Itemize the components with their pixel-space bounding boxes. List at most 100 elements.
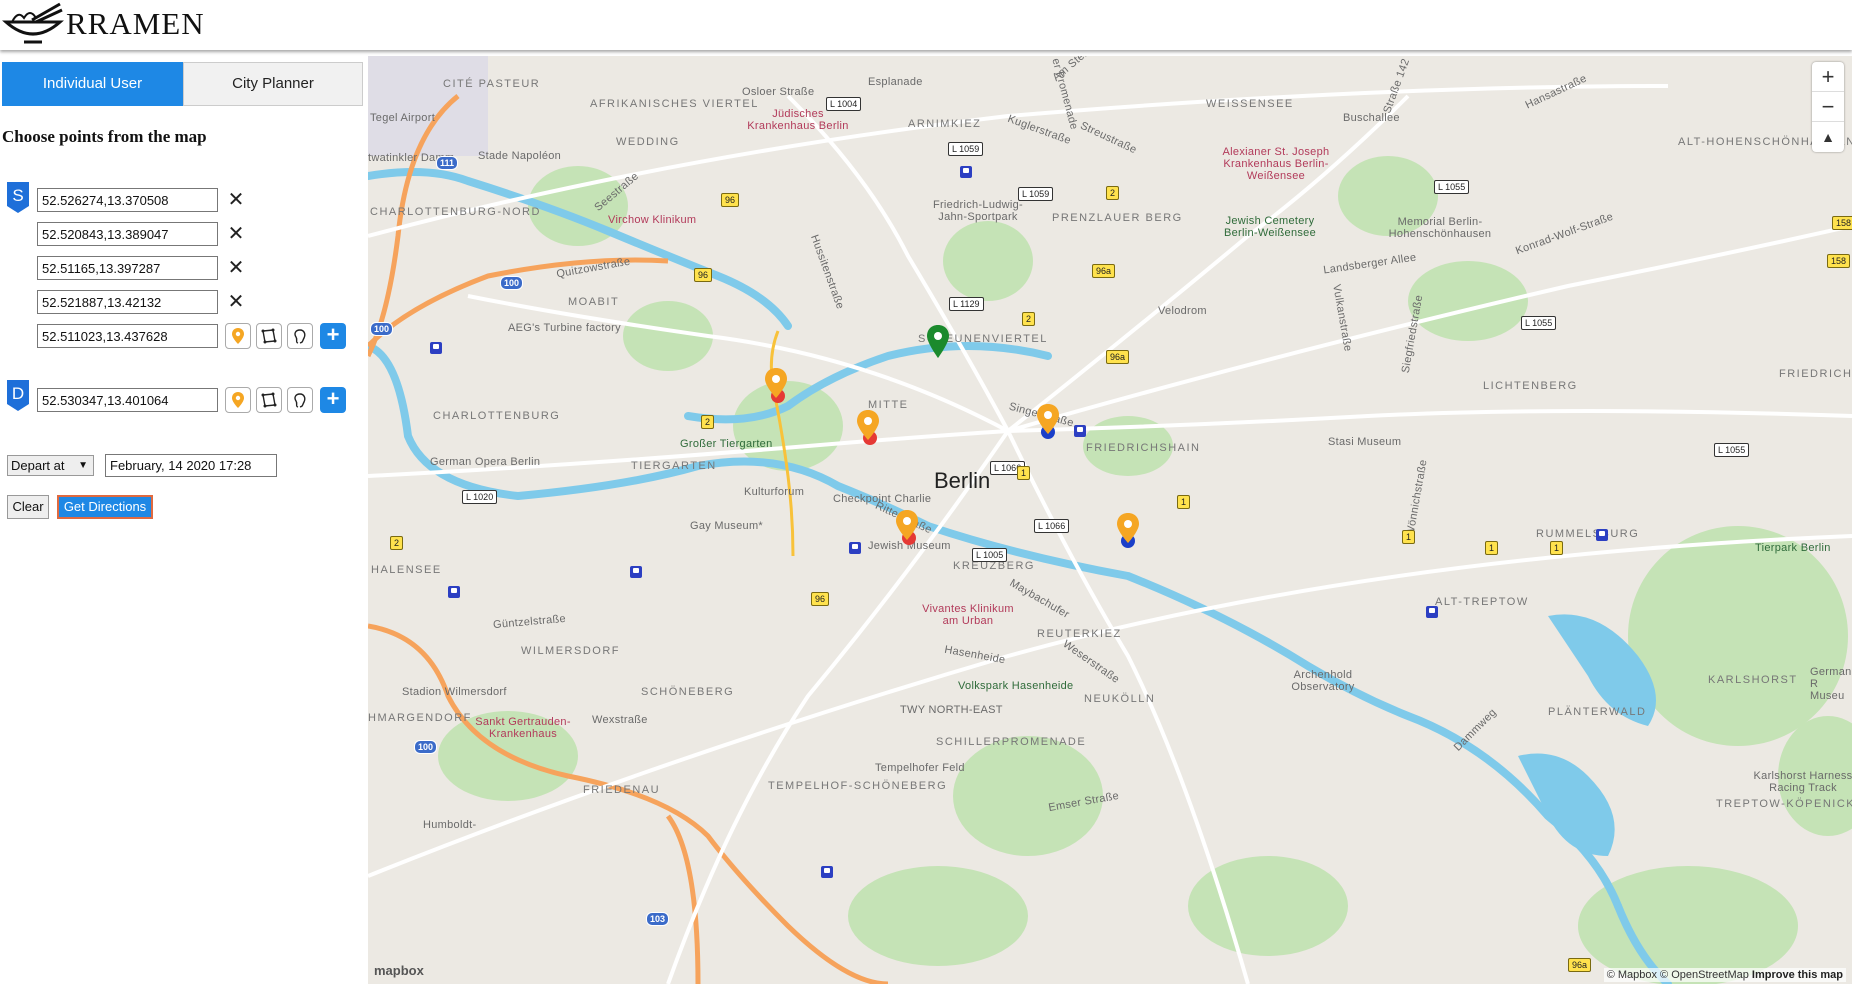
zoom-in-button[interactable]: +	[1812, 62, 1844, 92]
remove-point-4-icon[interactable]: ✕	[227, 292, 245, 312]
map-pin-icon	[232, 392, 244, 408]
mapbox-logo[interactable]: mapbox	[374, 963, 424, 978]
ramen-bowl-icon[interactable]	[2, 2, 64, 46]
district-label: REUTERKIEZ	[1037, 628, 1122, 640]
remove-point-3-icon[interactable]: ✕	[227, 258, 245, 278]
app-title: RRAMEN	[66, 6, 205, 41]
polygon-icon	[261, 328, 277, 344]
depart-mode-value: Depart at	[11, 458, 65, 473]
add-source-point-button[interactable]: +	[320, 323, 346, 349]
depart-mode-select[interactable]: Depart at ▼	[7, 455, 94, 476]
road-shield: 103	[646, 912, 670, 926]
district-label: NEUKÖLLN	[1084, 693, 1156, 705]
road-shield: 2	[1106, 186, 1120, 200]
zoom-out-button[interactable]: −	[1812, 92, 1844, 122]
place-label: Tegel Airport	[370, 112, 436, 124]
place-label: Friedrich-Ludwig-Jahn-Sportpark	[932, 199, 1024, 223]
route-marker-source-1-icon[interactable]	[756, 366, 796, 416]
hospital-label: Sankt Gertrauden-Krankenhaus	[475, 716, 571, 740]
road-shield: L 1059	[1018, 187, 1054, 201]
road-shield: 111	[436, 156, 459, 170]
train-station-icon[interactable]	[849, 542, 861, 554]
road-shield: L 1005	[972, 548, 1008, 562]
road-shield: L 1055	[1521, 316, 1557, 330]
place-label: Humboldt-	[423, 819, 477, 831]
svg-text:S: S	[12, 186, 23, 205]
district-label: HMARGENDORF	[368, 712, 472, 724]
road-shield: 158	[1827, 254, 1851, 268]
district-label: MOABIT	[568, 296, 620, 308]
compass-button[interactable]: ▲	[1812, 122, 1844, 152]
get-directions-button[interactable]: Get Directions	[57, 495, 153, 519]
pin-location-button[interactable]	[225, 323, 251, 349]
district-label: WILMERSDORF	[521, 645, 620, 657]
district-label: CHARLOTTENBURG	[433, 410, 561, 422]
hospital-label: Virchow Klinikum	[608, 214, 697, 226]
train-station-icon[interactable]	[630, 566, 642, 578]
map-pin-icon	[232, 328, 244, 344]
remove-point-2-icon[interactable]: ✕	[227, 224, 245, 244]
district-label: ARNIMKIEZ	[908, 118, 982, 130]
source-point-input-4[interactable]	[37, 290, 218, 314]
train-station-icon[interactable]	[1426, 606, 1438, 618]
source-point-input-5[interactable]	[37, 324, 218, 348]
train-station-icon[interactable]	[960, 166, 972, 178]
map-canvas[interactable]: CITÉ PASTEUR AFRIKANISCHES VIERTEL WEDDI…	[368, 56, 1852, 984]
source-point-input-1[interactable]	[37, 188, 218, 212]
road-shield: L 1004	[826, 97, 862, 111]
street-label: Esplanade	[868, 76, 923, 88]
attribution-text[interactable]: © Mapbox © OpenStreetMap	[1607, 969, 1749, 981]
chevron-down-icon: ▼	[78, 460, 88, 471]
route-marker-source-2-icon[interactable]	[848, 408, 888, 458]
district-label: SCHÖNEBERG	[641, 686, 735, 698]
remove-point-1-icon[interactable]: ✕	[227, 190, 245, 210]
road-shield: L 1020	[462, 490, 498, 504]
place-label: Karlshorst Harness Racing Track	[1753, 770, 1852, 794]
road-shield: 100	[500, 276, 524, 290]
road-shield: L 1059	[948, 142, 984, 156]
place-label: Jewish Cemetery Berlin-Weißensee	[1223, 215, 1317, 239]
road-shield: 96a	[1106, 350, 1130, 364]
train-station-icon[interactable]	[821, 866, 833, 878]
road-shield: 96	[721, 193, 740, 207]
freehand-draw-button[interactable]	[287, 323, 313, 349]
app-header: RRAMEN	[0, 0, 1852, 50]
destination-freehand-button[interactable]	[287, 387, 313, 413]
tab-individual-user[interactable]: Individual User	[2, 62, 183, 106]
place-label: Tierpark Berlin	[1755, 542, 1831, 554]
clear-button[interactable]: Clear	[7, 495, 49, 519]
source-point-input-2[interactable]	[37, 222, 218, 246]
add-destination-point-button[interactable]: +	[320, 387, 346, 413]
destination-pin-button[interactable]	[225, 387, 251, 413]
train-station-icon[interactable]	[430, 342, 442, 354]
district-label: TREPTOW-KÖPENICK	[1716, 798, 1852, 810]
destination-marker-icon: D	[5, 378, 31, 411]
improve-map-link[interactable]: Improve this map	[1752, 969, 1843, 981]
destination-point-input[interactable]	[37, 388, 218, 412]
district-label: RUMMELSBURG	[1536, 528, 1640, 540]
destination-polygon-button[interactable]	[256, 387, 282, 413]
road-shield: 2	[1022, 312, 1036, 326]
source-point-input-3[interactable]	[37, 256, 218, 280]
city-name-label: Berlin	[934, 468, 991, 493]
place-label: Großer Tiergarten	[680, 438, 773, 450]
place-label: Stade Napoléon	[478, 150, 562, 162]
route-marker-source-4-icon[interactable]	[1028, 402, 1068, 452]
draw-polygon-button[interactable]	[256, 323, 282, 349]
route-marker-source-3-icon[interactable]	[887, 508, 927, 558]
road-shield: 1	[1017, 466, 1031, 480]
route-marker-source-5-icon[interactable]	[1108, 511, 1148, 561]
place-label: Volkspark Hasenheide	[958, 680, 1074, 692]
train-station-icon[interactable]	[448, 586, 460, 598]
place-label: German-R Museu	[1810, 666, 1852, 702]
train-station-icon[interactable]	[1596, 529, 1608, 541]
district-label: CHARLOTTENBURG-NORD	[370, 206, 541, 218]
destination-map-marker-icon[interactable]	[926, 324, 950, 360]
place-label: Kulturforum	[744, 486, 805, 498]
map-attribution: © Mapbox © OpenStreetMap Improve this ma…	[1603, 968, 1846, 982]
tab-city-planner[interactable]: City Planner	[183, 62, 363, 106]
district-label: FRIEDRICHSFELDE OST	[1779, 368, 1852, 380]
depart-datetime-input[interactable]	[105, 454, 277, 477]
place-label: TWY NORTH-EAST	[900, 704, 1003, 716]
train-station-icon[interactable]	[1074, 425, 1086, 437]
